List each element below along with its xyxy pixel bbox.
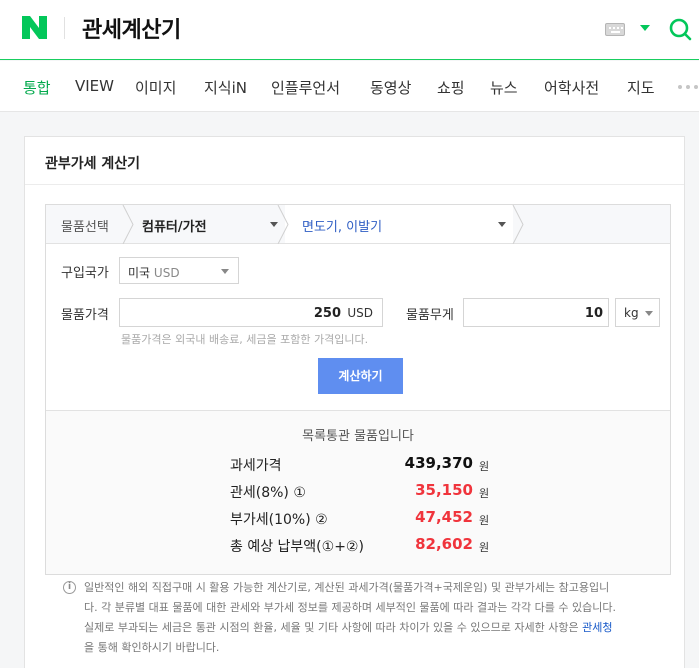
tab-influencer[interactable]: 인플루언서 <box>271 77 340 98</box>
price-value: 250 <box>313 306 341 321</box>
country-value: 미국 <box>128 266 151 280</box>
keyboard-icon[interactable] <box>605 23 625 36</box>
result-headline: 목록통관 물품입니다 <box>302 429 414 444</box>
notice-line-text: 실제로 부과되는 세금은 통관 시점의 환율, 세율 및 기타 사항에 따라 차… <box>84 621 583 634</box>
card-title: 관부가세 계산기 <box>45 156 141 172</box>
tab-map[interactable]: 지도 <box>627 77 655 98</box>
price-hint: 물품가격은 외국내 배송료, 세금을 포함한 가격입니다. <box>121 333 369 346</box>
result-value-total: 82,602 <box>415 535 473 553</box>
result-unit: 원 <box>479 514 490 527</box>
price-unit: USD <box>347 306 373 320</box>
notice-line: 실제로 부과되는 세금은 통관 시점의 환율, 세율 및 기타 사항에 따라 차… <box>84 618 674 638</box>
notice-line: 다. 각 분류별 대표 물품에 대한 관세와 부가세 정보를 제공하며 세부적인… <box>84 601 616 614</box>
tab-image[interactable]: 이미지 <box>135 77 176 98</box>
price-input[interactable]: 250 USD <box>119 298 383 327</box>
header-divider <box>64 17 65 39</box>
chevron-down-icon <box>645 311 653 316</box>
result-label-taxable-price: 과세가격 <box>230 458 282 474</box>
result-value-vat: 47,452 <box>415 508 473 526</box>
country-select[interactable]: 미국 USD <box>119 257 239 284</box>
tariff-calculator-card: 관부가세 계산기 물품선택 컴퓨터/가전 면도기, 이발기 구입국가 미국 US… <box>24 136 685 668</box>
result-value-customs: 35,150 <box>415 481 473 499</box>
result-label-vat: 부가세(10%) ② <box>230 512 328 528</box>
country-label: 구입국가 <box>61 266 109 281</box>
breadcrumb-chevron-icon <box>277 205 289 244</box>
tab-dictionary[interactable]: 어학사전 <box>544 77 599 98</box>
result-unit: 원 <box>479 541 490 554</box>
category-bar: 물품선택 컴퓨터/가전 면도기, 이발기 <box>46 205 670 244</box>
search-query[interactable]: 관세계산기 <box>82 12 181 44</box>
weight-unit-select[interactable]: kg <box>615 298 660 327</box>
weight-input[interactable]: 10 <box>463 298 609 327</box>
tab-news[interactable]: 뉴스 <box>490 77 518 98</box>
weight-unit: kg <box>624 306 639 320</box>
info-icon: i <box>63 581 76 594</box>
notice-text: 일반적인 해외 직접구매 시 활용 가능한 계산기로, 계산된 과세가격(물품가… <box>84 578 674 658</box>
breadcrumb-chevron-icon <box>512 205 524 244</box>
search-header: 관세계산기 <box>0 0 699 60</box>
weight-value: 10 <box>584 306 603 321</box>
category-level2-select[interactable]: 면도기, 이발기 <box>302 216 382 235</box>
search-tabs: 통합 VIEW 이미지 지식iN 인플루언서 동영상 쇼핑 뉴스 어학사전 지도 <box>0 61 699 112</box>
tab-shopping[interactable]: 쇼핑 <box>437 77 465 98</box>
result-unit: 원 <box>479 460 490 473</box>
calculator-panel: 물품선택 컴퓨터/가전 면도기, 이발기 구입국가 미국 USD 물품가격 25… <box>45 204 671 575</box>
card-divider <box>25 184 684 185</box>
tab-kin[interactable]: 지식iN <box>204 77 247 98</box>
tab-all[interactable]: 통합 <box>23 77 51 98</box>
naver-logo[interactable] <box>22 16 47 39</box>
notice-line: 일반적인 해외 직접구매 시 활용 가능한 계산기로, 계산된 과세가격(물품가… <box>84 581 610 594</box>
price-label: 물품가격 <box>61 308 109 323</box>
calculate-button[interactable]: 계산하기 <box>318 358 403 394</box>
result-label-total: 총 예상 납부액(①+②) <box>230 539 364 555</box>
result-value-taxable-price: 439,370 <box>404 454 473 472</box>
result-area: 목록통관 물품입니다 과세가격 439,370 원 관세(8%) ① 35,15… <box>46 410 670 574</box>
tab-video[interactable]: 동영상 <box>370 77 411 98</box>
breadcrumb-chevron-icon <box>122 205 134 244</box>
category-level2-cell: 면도기, 이발기 <box>285 205 513 243</box>
more-tabs-icon[interactable] <box>678 85 699 91</box>
country-currency: USD <box>153 266 180 280</box>
tab-view[interactable]: VIEW <box>75 77 114 95</box>
result-label-customs: 관세(8%) ① <box>230 485 306 501</box>
weight-label: 물품무게 <box>406 308 454 323</box>
search-icon[interactable] <box>668 17 692 41</box>
category-label: 물품선택 <box>61 220 109 235</box>
customs-service-link[interactable]: 관세청 <box>582 621 612 634</box>
chevron-down-icon <box>221 269 229 274</box>
category-level2-caret-icon[interactable] <box>498 222 506 227</box>
notice-line: 을 통해 확인하시기 바랍니다. <box>84 641 220 654</box>
result-unit: 원 <box>479 487 490 500</box>
dropdown-arrow-icon[interactable] <box>640 25 650 31</box>
category-level1-select[interactable]: 컴퓨터/가전 <box>142 216 207 235</box>
